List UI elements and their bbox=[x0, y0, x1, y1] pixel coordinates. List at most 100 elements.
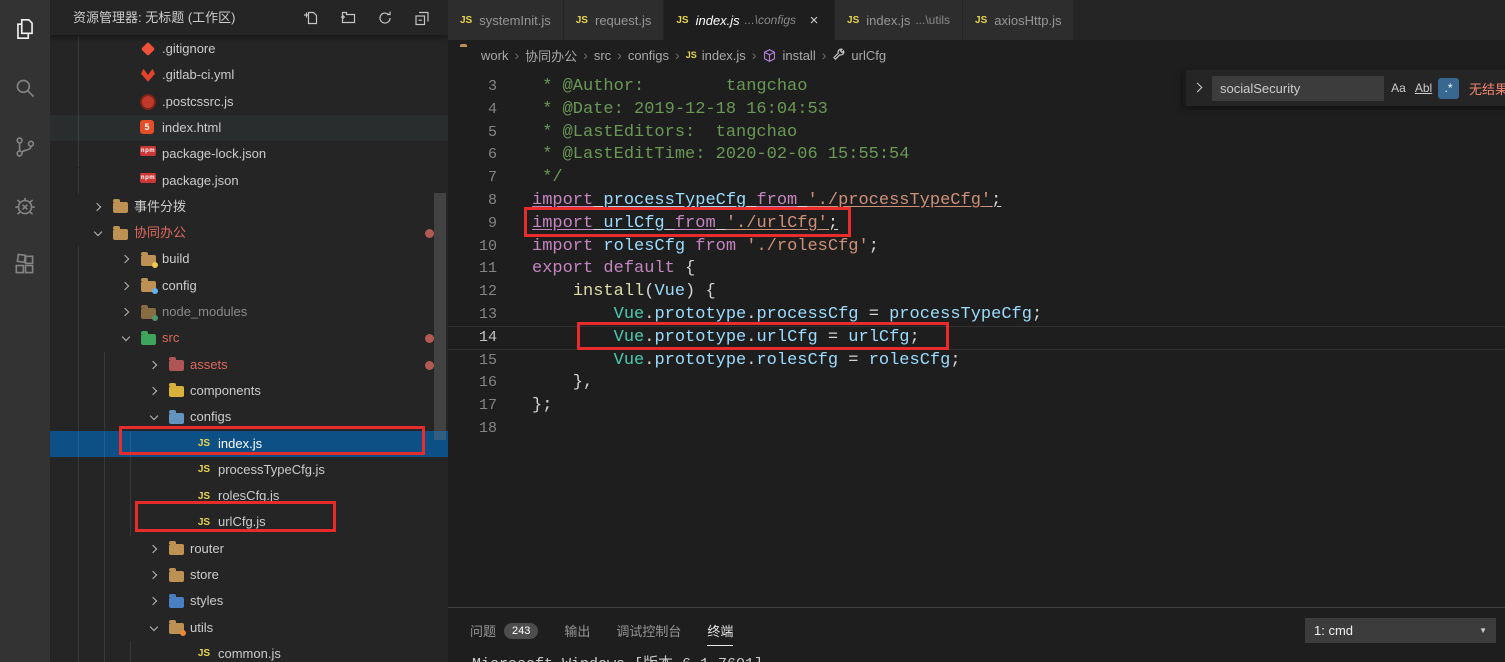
match-case-button[interactable]: Aa bbox=[1388, 78, 1409, 99]
tree-item-src[interactable]: src bbox=[50, 325, 448, 352]
tree-item-node_modules[interactable]: node_modules bbox=[50, 299, 448, 326]
tree-item-.gitlab-ci.yml[interactable]: .gitlab-ci.yml bbox=[50, 62, 448, 89]
code-line-11[interactable]: 11 export default { bbox=[448, 258, 1505, 281]
extensions-icon[interactable] bbox=[9, 249, 41, 281]
code-line-text: Vue.prototype.urlCfg = urlCfg; bbox=[613, 327, 920, 347]
indent-guide bbox=[130, 640, 131, 662]
tree-item-components[interactable]: components bbox=[50, 377, 448, 405]
search-icon[interactable] bbox=[9, 72, 41, 104]
tree-item-label: urlCfg.js bbox=[218, 514, 266, 530]
breadcrumb-item-index.js[interactable]: JS index.js bbox=[686, 48, 746, 63]
code-line-18[interactable]: 18 bbox=[448, 418, 1505, 441]
breadcrumb-item-src[interactable]: src bbox=[594, 48, 611, 63]
breadcrumb-separator-icon bbox=[822, 47, 827, 63]
tree-item-.postcssrc.js[interactable]: .postcssrc.js bbox=[50, 88, 448, 115]
tree-item-configs[interactable]: configs bbox=[50, 404, 448, 431]
code-line-7[interactable]: 7 */ bbox=[448, 167, 1505, 190]
new-file-icon[interactable] bbox=[303, 10, 319, 26]
tree-item-common.js[interactable]: JS common.js bbox=[50, 640, 448, 662]
tree-item-package.json[interactable]: npm package.json bbox=[50, 167, 448, 194]
panel-tab-调试控制台[interactable]: 调试控制台 bbox=[616, 616, 681, 646]
panel-tab-输出[interactable]: 输出 bbox=[564, 616, 590, 646]
tree-item-urlCfg.js[interactable]: JS urlCfg.js bbox=[50, 509, 448, 536]
tree-item-label: index.js bbox=[218, 435, 263, 451]
tree-item-rolesCfg.js[interactable]: JS rolesCfg.js bbox=[50, 483, 448, 510]
tree-item-processTypeCfg.js[interactable]: JS processTypeCfg.js bbox=[50, 456, 448, 484]
code-area[interactable]: 3 * @Author: tangchao 4 * @Date: 2019-12-… bbox=[448, 70, 1505, 607]
regex-button[interactable]: .* bbox=[1438, 77, 1459, 99]
breadcrumb-label: work bbox=[481, 47, 509, 63]
tree-item-index.html[interactable]: 5 index.html bbox=[50, 114, 448, 142]
find-input[interactable] bbox=[1212, 75, 1384, 101]
tree-item-package-lock.json[interactable]: npm package-lock.json bbox=[50, 141, 448, 168]
chevron-right-icon bbox=[150, 387, 158, 395]
source-control-icon[interactable] bbox=[9, 131, 41, 163]
tree-item-assets[interactable]: assets bbox=[50, 351, 448, 378]
indent-guide bbox=[78, 377, 79, 405]
panel-tab-终端[interactable]: 终端 bbox=[707, 616, 734, 646]
tree-item-router[interactable]: router bbox=[50, 535, 448, 562]
tree-item-.gitignore[interactable]: .gitignore bbox=[50, 36, 448, 63]
code-line-text: install(Vue) { bbox=[572, 282, 716, 302]
code-line-10[interactable]: 10 import rolesCfg from './rolesCfg'; bbox=[448, 236, 1505, 259]
refresh-icon[interactable] bbox=[377, 10, 393, 26]
tab-index.js[interactable]: JS index.js ...\configs bbox=[664, 0, 836, 40]
wrench-icon bbox=[832, 48, 846, 62]
close-icon[interactable] bbox=[806, 12, 822, 29]
line-number: 3 bbox=[487, 78, 497, 95]
whole-word-label: Abl bbox=[1414, 81, 1433, 95]
new-folder-icon[interactable] bbox=[340, 10, 356, 26]
tree-item-styles[interactable]: styles bbox=[50, 588, 448, 615]
code-line-text: * @Author: tangchao bbox=[532, 77, 808, 96]
tab-systemInit.js[interactable]: JS systemInit.js bbox=[448, 0, 564, 40]
code-line-5[interactable]: 5 * @LastEditors: tangchao bbox=[448, 122, 1505, 145]
whole-word-button[interactable]: Abl bbox=[1413, 78, 1434, 99]
code-line-17[interactable]: 17}; bbox=[448, 395, 1505, 418]
terminal-picker-dropdown[interactable]: 1: cmd ▼ bbox=[1305, 618, 1496, 643]
breadcrumb-item-install[interactable]: install bbox=[762, 48, 816, 63]
collapse-all-icon[interactable] bbox=[414, 10, 430, 26]
code-line-15[interactable]: 15 Vue.prototype.rolesCfg = rolesCfg; bbox=[448, 350, 1505, 373]
folder-components-file-icon bbox=[168, 383, 184, 399]
tree-item-label: node_modules bbox=[162, 304, 248, 319]
tab-index.js[interactable]: JS index.js ...\utils bbox=[835, 0, 964, 40]
debug-icon[interactable] bbox=[9, 190, 41, 222]
code-line-12[interactable]: 12 install(Vue) { bbox=[448, 281, 1505, 304]
code-line-text: * @LastEditTime: 2020-02-06 15:55:54 bbox=[532, 145, 910, 165]
code-line-16[interactable]: 16 }, bbox=[448, 372, 1505, 395]
breadcrumb-label: urlCfg bbox=[851, 47, 887, 63]
breadcrumb-item-urlCfg[interactable]: urlCfg bbox=[832, 48, 886, 63]
tree-item-xxxx[interactable]: 协同办公 bbox=[50, 220, 448, 246]
code-line-9[interactable]: 9 import urlCfg from './urlCfg'; bbox=[448, 213, 1505, 236]
line-number: 9 bbox=[487, 214, 497, 232]
indent-guide bbox=[78, 36, 79, 63]
breadcrumb-item-configs[interactable]: configs bbox=[628, 48, 669, 63]
code-line-8[interactable]: 8 import processTypeCfg from './processTy… bbox=[448, 190, 1505, 213]
tree-item-utils[interactable]: utils bbox=[50, 614, 448, 641]
chevron-right-icon bbox=[150, 361, 158, 369]
tree-item-index.js[interactable]: JS index.js bbox=[50, 430, 448, 457]
breadcrumb-item-xxxx[interactable]: 协同办公 bbox=[525, 46, 577, 65]
sidebar-scrollbar-thumb[interactable] bbox=[434, 193, 446, 440]
tree-item-store[interactable]: store bbox=[50, 562, 448, 589]
indent-guide bbox=[104, 456, 105, 484]
git-file-icon bbox=[140, 41, 156, 57]
find-expand-chevron-icon[interactable] bbox=[1190, 80, 1206, 96]
breadcrumb-label: index.js bbox=[701, 47, 746, 63]
tree-item-config[interactable]: config bbox=[50, 272, 448, 299]
tab-axiosHttp.js[interactable]: JS axiosHttp.js bbox=[963, 0, 1075, 40]
code-line-13[interactable]: 13 Vue.prototype.processCfg = processTyp… bbox=[448, 304, 1505, 327]
tab-request.js[interactable]: JS request.js bbox=[563, 0, 665, 40]
folder-icon bbox=[460, 47, 476, 63]
code-line-6[interactable]: 6 * @LastEditTime: 2020-02-06 15:55:54 bbox=[448, 144, 1505, 167]
code-line-14[interactable]: 14 Vue.prototype.urlCfg = urlCfg; bbox=[448, 327, 1505, 350]
panel-tabs: 问题 243 输出 调试控制台 终端 bbox=[470, 616, 734, 646]
modified-dot-badge bbox=[425, 229, 434, 239]
js-file-icon: JS bbox=[676, 14, 689, 26]
tree-item-xxxx[interactable]: 事件分拨 bbox=[50, 194, 448, 220]
panel-tab-问题[interactable]: 问题 243 bbox=[470, 616, 539, 646]
tree-item-build[interactable]: build bbox=[50, 246, 448, 273]
breadcrumb-item-work[interactable]: work bbox=[460, 47, 508, 63]
js-file-icon: JS bbox=[197, 490, 211, 502]
explorer-icon[interactable] bbox=[9, 13, 41, 45]
